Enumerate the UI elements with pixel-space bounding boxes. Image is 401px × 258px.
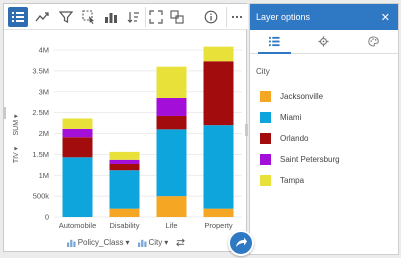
y-tick-label: 0	[45, 213, 49, 222]
legend-label: Tampa	[280, 176, 305, 185]
legend-label: Jacksonville	[280, 92, 324, 101]
panel-tabs	[250, 30, 398, 54]
panel-header: Layer options ✕	[250, 4, 398, 30]
y-tick-label: 3M	[39, 87, 49, 96]
legend-label: Miami	[280, 113, 302, 122]
legend-swatch	[260, 154, 271, 165]
legend-list: Jacksonville Miami Orlando Saint Petersburg…	[250, 76, 398, 191]
bar-segment[interactable]	[62, 128, 93, 138]
x-tick-label: Property	[204, 221, 233, 230]
y-tick-label: 2.5M	[32, 108, 49, 117]
legend-item[interactable]: Orlando	[260, 128, 398, 149]
info-icon[interactable]	[201, 7, 221, 27]
color-field-selector[interactable]: City ▾	[137, 237, 169, 247]
palette-icon	[368, 36, 379, 47]
tab-options[interactable]	[299, 30, 348, 53]
x-tick-label: Automobile	[59, 221, 97, 230]
legend-label: Saint Petersburg	[280, 155, 340, 164]
y-tick-label: 1M	[39, 171, 49, 180]
x-axis-field-label: Policy_Class	[77, 237, 124, 247]
expand-icon[interactable]	[145, 7, 165, 27]
x-tick-label: Disability	[109, 221, 139, 230]
legend-label: Orlando	[280, 134, 309, 143]
stacked-bar-chart: 0 500k 1M 1.5M 2M 2.5M 3M 3.5M 4M Automobile Disab…	[13, 46, 242, 230]
legend-list-icon	[269, 36, 280, 47]
legend-swatch	[260, 175, 271, 186]
y-axis-title[interactable]: SUM ▾ TIV ▾	[13, 114, 20, 163]
bar-segment[interactable]	[109, 208, 140, 217]
y-tick-label: 1.5M	[32, 150, 49, 159]
resize-handle-left[interactable]	[3, 107, 6, 119]
bar-segment[interactable]	[203, 208, 234, 217]
legend-swatch	[260, 133, 271, 144]
bar-segment[interactable]	[109, 170, 140, 209]
bar-segment[interactable]	[203, 125, 234, 209]
y-tick-label: 500k	[33, 192, 50, 201]
chart-card[interactable]: 0 500k 1M 1.5M 2M 2.5M 3M 3.5M 4M Automobile Disab…	[3, 3, 248, 252]
bar-segment[interactable]	[109, 159, 140, 164]
x-axis-field-selector[interactable]: Policy_Class ▾	[66, 237, 130, 247]
bar-segment[interactable]	[156, 196, 187, 217]
bar-segment[interactable]	[62, 157, 93, 217]
bar-segment[interactable]	[62, 118, 93, 129]
bar-segment[interactable]	[62, 137, 93, 158]
string-field-icon	[66, 239, 76, 247]
layer-options-panel: Layer options ✕ City Jacksonville Miami Or…	[249, 3, 399, 255]
legend-item[interactable]: Tampa	[260, 170, 398, 191]
chevron-down-icon: ▾	[125, 237, 130, 247]
legend-item[interactable]: Miami	[260, 107, 398, 128]
card-flip-icon[interactable]	[167, 7, 187, 27]
legend-swatch	[260, 91, 271, 102]
sort-icon[interactable]	[123, 7, 143, 27]
gear-icon	[318, 36, 330, 47]
y-axis-field[interactable]: TIV ▾	[13, 146, 20, 163]
bar-segment[interactable]	[203, 46, 234, 62]
resize-handle-right[interactable]	[245, 124, 248, 136]
y-tick-label: 3.5M	[32, 66, 49, 75]
bar-segment[interactable]	[109, 163, 140, 171]
x-tick-label: Life	[165, 221, 177, 230]
y-axis-aggregation[interactable]: SUM ▾	[13, 114, 20, 136]
color-field-label: City	[148, 237, 163, 247]
y-tick-label: 2M	[39, 129, 49, 138]
swap-axes-icon[interactable]	[176, 238, 186, 247]
filter-icon[interactable]	[56, 7, 76, 27]
legend-section-title: City	[256, 67, 270, 76]
chart-toolbar	[4, 4, 248, 30]
tab-legend[interactable]	[250, 30, 299, 54]
share-arrow-icon	[236, 237, 247, 247]
selection-icon[interactable]	[79, 7, 99, 27]
more-icon[interactable]	[226, 7, 246, 27]
bar-segment[interactable]	[203, 61, 234, 126]
legend-item[interactable]: Jacksonville	[260, 86, 398, 107]
string-field-icon	[137, 239, 147, 247]
bar-sort-icon[interactable]	[101, 7, 121, 27]
axis-fields-bar: Policy_Class ▾ City ▾	[4, 232, 248, 252]
panel-title: Layer options	[256, 12, 311, 22]
close-icon[interactable]: ✕	[381, 11, 390, 24]
bar-segment[interactable]	[156, 115, 187, 130]
bar-segment[interactable]	[156, 129, 187, 197]
bar-segment[interactable]	[156, 66, 187, 99]
trend-icon[interactable]	[32, 7, 52, 27]
bar-segment[interactable]	[109, 151, 140, 160]
y-tick-label: 4M	[39, 46, 49, 55]
tab-symbology[interactable]	[349, 30, 398, 53]
legend-swatch	[260, 112, 271, 123]
chevron-down-icon: ▾	[164, 237, 169, 247]
legend-list-icon[interactable]	[8, 7, 28, 27]
legend-item[interactable]: Saint Petersburg	[260, 149, 398, 170]
flip-card-button[interactable]	[228, 230, 254, 256]
bar-segment[interactable]	[156, 98, 187, 116]
app-window: 0 500k 1M 1.5M 2M 2.5M 3M 3.5M 4M Automobile Disab…	[0, 0, 401, 258]
